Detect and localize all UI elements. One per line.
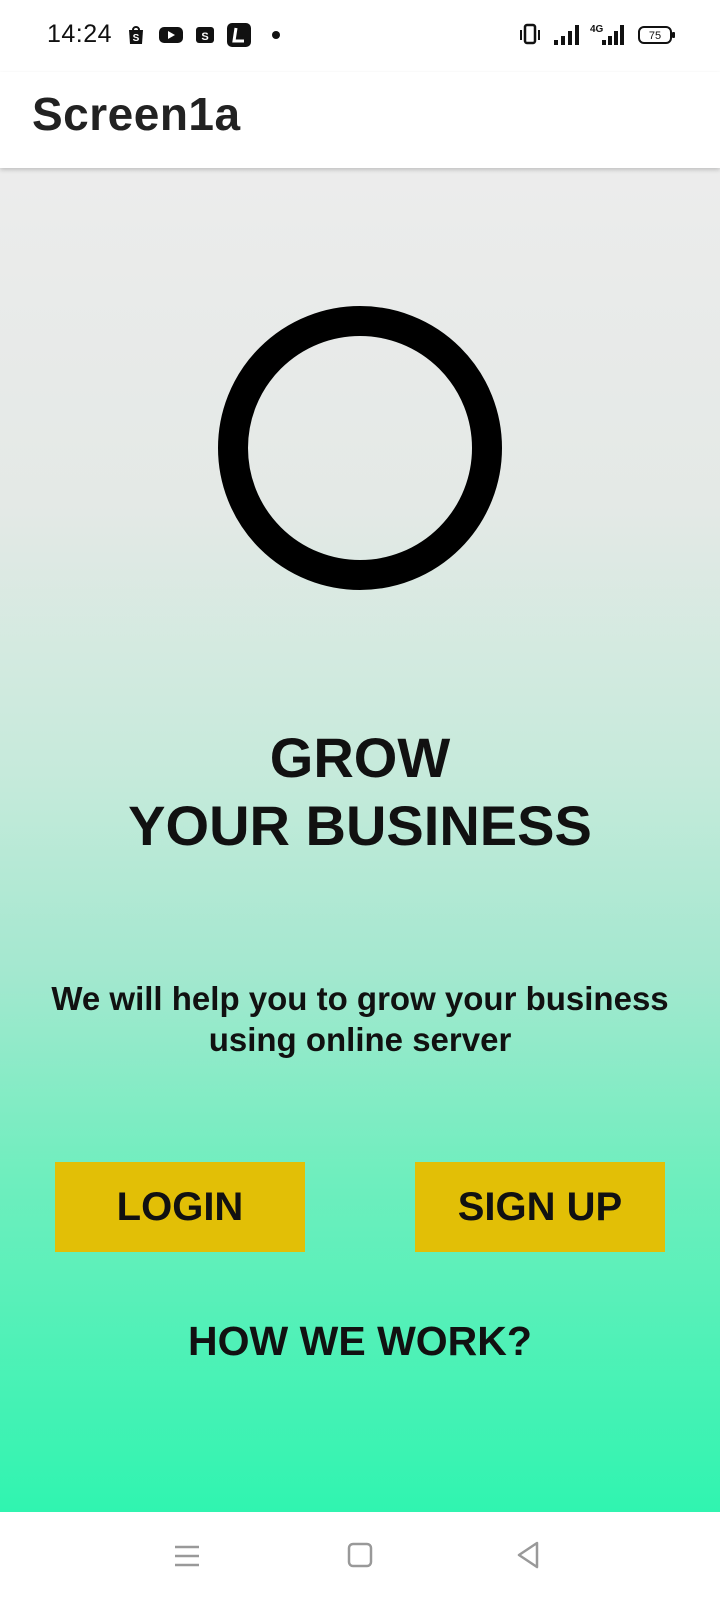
back-triangle-icon[interactable] — [510, 1538, 550, 1574]
battery-icon: 75 — [638, 22, 676, 53]
page-title: Screen1a — [32, 88, 241, 140]
headline-line-2: YOUR BUSINESS — [128, 794, 592, 857]
headline: GROW YOUR BUSINESS — [0, 724, 720, 860]
battery-level: 75 — [649, 30, 661, 42]
home-square-icon[interactable] — [340, 1538, 380, 1574]
svg-text:S: S — [133, 33, 140, 44]
tagline-line-2: using online server — [208, 1021, 512, 1058]
signup-button[interactable]: SIGN UP — [415, 1162, 665, 1252]
network-label: 4G — [590, 24, 604, 35]
how-we-work-link[interactable]: HOW WE WORK? — [0, 1318, 720, 1365]
l-app-icon — [227, 23, 251, 47]
status-bar: 14:24 S S 4G 75 — [0, 0, 720, 72]
tagline: We will help you to grow your business u… — [40, 978, 680, 1060]
status-time: 14:24 — [47, 20, 113, 48]
signal-icon — [552, 22, 580, 53]
more-notifications-dot — [272, 31, 280, 39]
shopping-bag-icon: S — [194, 24, 216, 46]
youtube-icon — [158, 24, 184, 46]
app-bar: Screen1a — [0, 72, 720, 168]
main-content: GROW YOUR BUSINESS We will help you to g… — [0, 168, 720, 1512]
tagline-line-1: We will help you to grow your business — [51, 980, 669, 1017]
signal-4g-icon: 4G — [588, 22, 628, 53]
headline-line-1: GROW — [269, 726, 451, 789]
logo-ring-icon — [218, 306, 502, 590]
vibrate-icon — [518, 22, 542, 53]
shopping-bag-icon: S — [125, 24, 147, 46]
system-nav-bar — [0, 1512, 720, 1600]
login-button[interactable]: LOGIN — [55, 1162, 305, 1252]
menu-icon[interactable] — [168, 1538, 208, 1574]
svg-text:S: S — [201, 31, 208, 43]
